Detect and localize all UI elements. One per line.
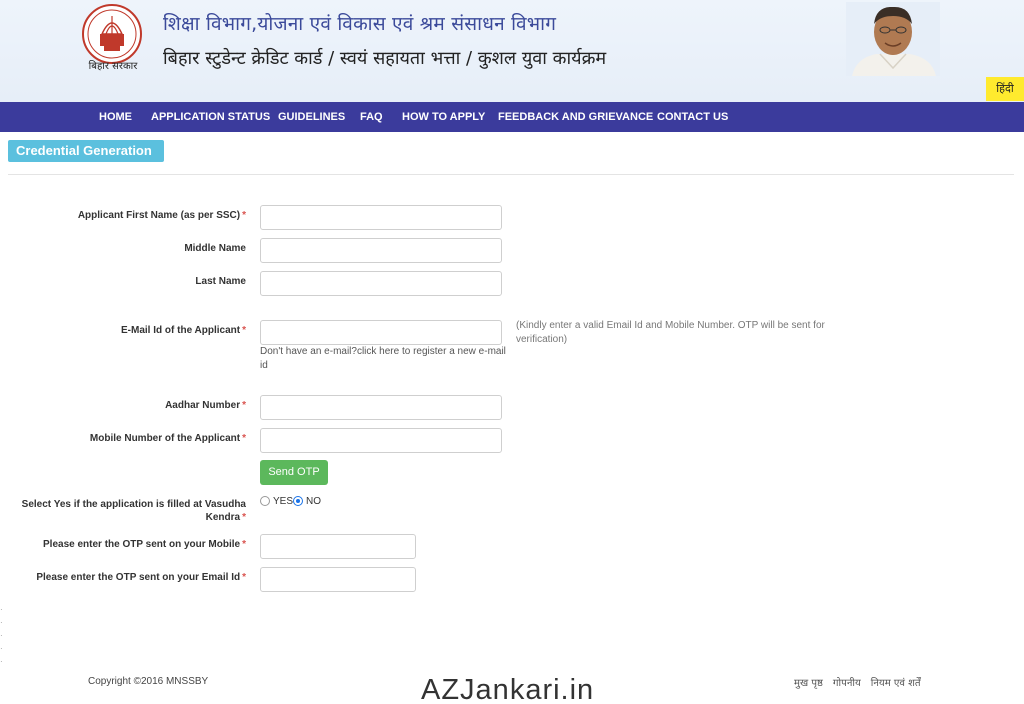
register-email-link[interactable]: Don't have an e-mail?click here to regis… [260,345,506,373]
department-title: शिक्षा विभाग,योजना एवं विकास एवं श्रम सं… [163,13,557,35]
last-name-input[interactable] [260,271,502,296]
aadhar-input[interactable] [260,395,502,420]
last-name-label: Last Name [195,276,246,287]
footer-link-privacy[interactable]: गोपनीय [833,675,861,689]
mobile-input[interactable] [260,428,502,453]
email-mobile-note: (Kindly enter a valid Email Id and Mobil… [516,320,825,345]
footer-link-home[interactable]: मुख पृष्ठ [794,675,823,689]
email-otp-label: Please enter the OTP sent on your Email … [36,572,246,583]
footer-link-terms[interactable]: नियम एवं शर्तें [871,675,921,689]
section-divider [8,174,1014,175]
vasudha-yes-radio[interactable] [260,496,270,506]
mobile-label: Mobile Number of the Applicant * [89,433,246,444]
nav-faq[interactable]: FAQ [360,102,383,132]
first-name-input[interactable] [260,205,502,230]
first-name-label: Applicant First Name (as per SSC) * [77,210,246,221]
vasudha-kendra-radio-group: YES NO [260,494,321,508]
vasudha-kendra-label: Select Yes if the application is filled … [21,499,246,523]
edge-dots-decoration: · · · · · [0,605,3,666]
section-title: Credential Generation [8,140,164,162]
email-label: E-Mail Id of the Applicant * [121,325,246,336]
email-input[interactable] [260,320,502,345]
middle-name-input[interactable] [260,238,502,263]
email-otp-input[interactable] [260,567,416,592]
aadhar-label: Aadhar Number * [165,400,246,411]
copyright-text: Copyright ©2016 MNSSBY [88,676,209,687]
watermark-text: AZJankari.in [421,674,595,704]
main-nav: HOME APPLICATION STATUS GUIDELINES FAQ H… [0,102,1024,132]
nav-contact-us[interactable]: CONTACT US [657,102,728,132]
nav-feedback-and-grievance[interactable]: FEEDBACK AND GRIEVANCE [498,102,653,132]
emblem-caption: बिहार सरकार [88,61,138,72]
nav-how-to-apply[interactable]: HOW TO APPLY [402,102,485,132]
hindi-language-button[interactable]: हिंदी [986,77,1024,101]
nav-home[interactable]: HOME [99,102,132,132]
nav-application-status[interactable]: APPLICATION STATUS [151,102,270,132]
nav-guidelines[interactable]: GUIDELINES [278,102,345,132]
footer-links: मुख पृष्ठ गोपनीय नियम एवं शर्तें [794,675,931,689]
site-header: बिहार सरकार शिक्षा विभाग,योजना एवं विकास… [0,0,1024,102]
vasudha-no-label: NO [306,495,322,507]
middle-name-label: Middle Name [184,243,246,254]
send-otp-button[interactable]: Send OTP [260,460,328,485]
mobile-otp-label: Please enter the OTP sent on your Mobile… [43,539,246,550]
mobile-otp-input[interactable] [260,534,416,559]
scheme-title: बिहार स्टुडेन्ट क्रेडिट कार्ड / स्वयं सह… [163,48,607,69]
vasudha-yes-label: YES [273,495,294,507]
vasudha-no-radio[interactable] [293,496,304,506]
chief-minister-portrait [846,2,940,76]
